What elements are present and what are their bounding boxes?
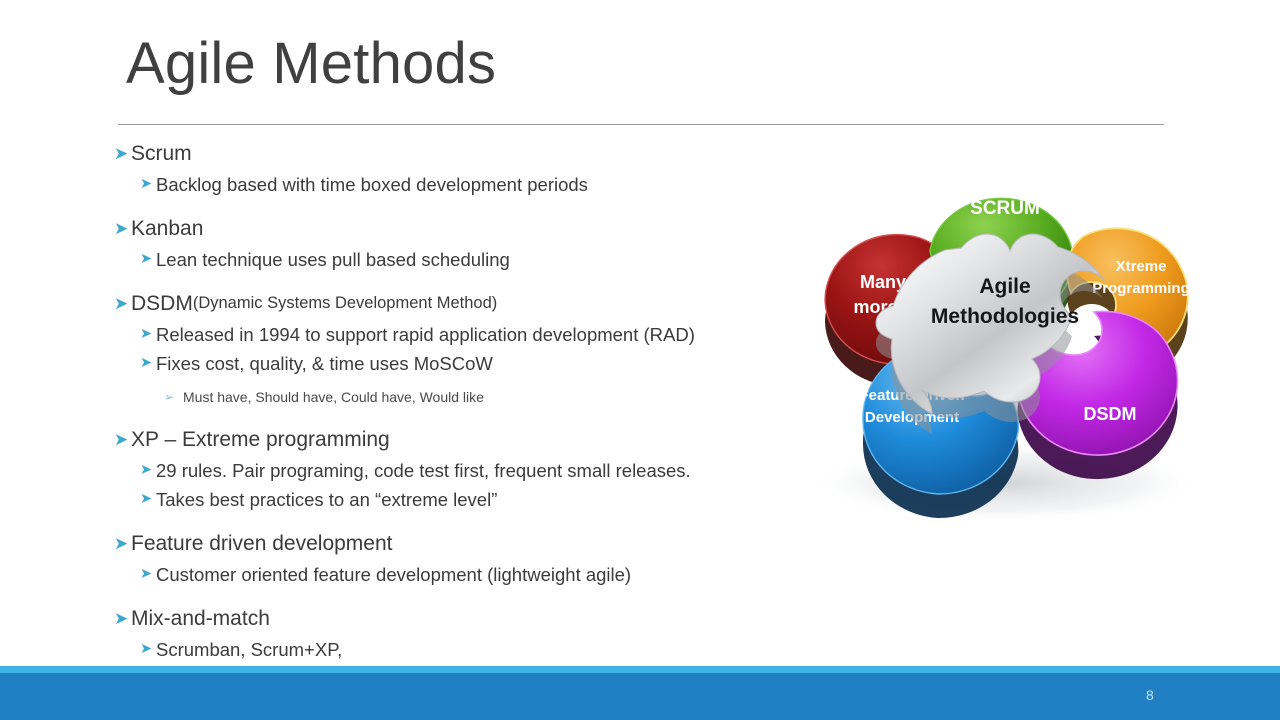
outline-item-text: Feature driven development bbox=[131, 532, 393, 555]
bullet-arrow-icon: ➤ bbox=[140, 491, 153, 507]
bullet-arrow-icon: ➤ bbox=[140, 326, 153, 342]
page-title: Agile Methods bbox=[126, 31, 497, 96]
outline-item-text: Must have, Should have, Could have, Woul… bbox=[183, 389, 484, 405]
bullet-arrow-icon: ➤ bbox=[114, 144, 129, 163]
slide-canvas: Agile Methods ➤ Scrum ➤ Backlog based with … bbox=[0, 0, 1280, 720]
center-label-line1: Agile bbox=[979, 275, 1030, 298]
piece-label-dsdm-line1: DSDM bbox=[1084, 404, 1137, 424]
bullet-arrow-icon: ➤ bbox=[114, 534, 129, 553]
footer-bar bbox=[0, 673, 1280, 720]
outline-item-note: (Dynamic Systems Development Method) bbox=[192, 294, 498, 312]
outline-item-text: Released in 1994 to support rapid applic… bbox=[156, 324, 695, 345]
outline-item-level-1: ➤ DSDM (Dynamic Systems Development Metho… bbox=[114, 287, 804, 320]
outline-item-text: Scrum bbox=[131, 142, 192, 165]
outline-item-level-2: ➤ Scrumban, Scrum+XP, bbox=[114, 635, 804, 664]
bullet-arrow-icon: ➤ bbox=[140, 462, 153, 478]
piece-label-xp-line2: Programming bbox=[1092, 280, 1190, 297]
bullet-arrow-icon: ➢ bbox=[164, 390, 175, 404]
outline-item-level-1: ➤ Feature driven development bbox=[114, 527, 804, 560]
outline-item-level-2: ➤ Fixes cost, quality, & time uses MoSCoW bbox=[114, 349, 804, 378]
outline-item-level-1: ➤ Kanban bbox=[114, 212, 804, 245]
center-label-line2: Methodologies bbox=[931, 305, 1079, 328]
bullet-arrow-icon: ➤ bbox=[114, 609, 129, 628]
piece-label-xp-line1: Xtreme bbox=[1116, 258, 1167, 275]
outline-item-text: Lean technique uses pull based schedulin… bbox=[156, 249, 510, 270]
outline-item-text: 29 rules. Pair programing, code test fir… bbox=[156, 460, 691, 481]
bullet-arrow-icon: ➤ bbox=[140, 251, 153, 267]
outline-item-text: DSDM bbox=[131, 292, 193, 315]
footer-accent-strip bbox=[0, 666, 1280, 673]
outline-spacer bbox=[114, 589, 804, 602]
outline-item-text: Mix-and-match bbox=[131, 607, 270, 630]
bullet-arrow-icon: ➤ bbox=[114, 219, 129, 238]
outline-item-level-2: ➤ Customer oriented feature development (… bbox=[114, 560, 804, 589]
bullet-arrow-icon: ➤ bbox=[140, 566, 153, 582]
outline-item-text: XP – Extreme programming bbox=[131, 428, 390, 451]
bullet-arrow-icon: ➤ bbox=[114, 430, 129, 449]
outline-spacer bbox=[114, 199, 804, 212]
agile-methodologies-puzzle-diagram: Many more... SCRUM Xtreme Programming DS bbox=[762, 148, 1242, 528]
outline-item-level-1: ➤ Mix-and-match bbox=[114, 602, 804, 635]
outline-item-text: Scrumban, Scrum+XP, bbox=[156, 639, 343, 660]
outline-item-level-2: ➤ Lean technique uses pull based scheduli… bbox=[114, 245, 804, 274]
outline-item-text: Backlog based with time boxed developmen… bbox=[156, 174, 588, 195]
outline-item-level-2: ➤ 29 rules. Pair programing, code test fi… bbox=[114, 456, 804, 485]
page-number: 8 bbox=[1146, 687, 1154, 703]
outline-item-level-2: ➤ Released in 1994 to support rapid appli… bbox=[114, 320, 804, 349]
title-divider bbox=[118, 124, 1164, 125]
piece-label-scrum-line1: SCRUM bbox=[970, 198, 1040, 219]
outline-spacer bbox=[114, 274, 804, 287]
outline-item-text: Fixes cost, quality, & time uses MoSCoW bbox=[156, 353, 493, 374]
bullet-arrow-icon: ➤ bbox=[140, 641, 153, 657]
outline-item-text: Customer oriented feature development (l… bbox=[156, 564, 632, 585]
outline-item-level-1: ➤ Scrum bbox=[114, 137, 804, 170]
bullet-arrow-icon: ➤ bbox=[114, 294, 129, 313]
outline-item-text: Takes best practices to an “extreme leve… bbox=[156, 489, 498, 510]
outline-item-level-3: ➢ Must have, Should have, Could have, Wou… bbox=[114, 384, 804, 410]
outline-item-text: Kanban bbox=[131, 217, 204, 240]
piece-label-many-more-line1: Many bbox=[860, 272, 906, 292]
outline-item-level-2: ➤ Takes best practices to an “extreme lev… bbox=[114, 485, 804, 514]
bullet-arrow-icon: ➤ bbox=[140, 176, 153, 192]
outline-item-level-2: ➤ Backlog based with time boxed developme… bbox=[114, 170, 804, 199]
outline-item-level-1: ➤ XP – Extreme programming bbox=[114, 423, 804, 456]
outline-spacer bbox=[114, 514, 804, 527]
bullet-outline: ➤ Scrum ➤ Backlog based with time boxed dev… bbox=[114, 137, 804, 664]
outline-spacer bbox=[114, 410, 804, 423]
bullet-arrow-icon: ➤ bbox=[140, 355, 153, 371]
